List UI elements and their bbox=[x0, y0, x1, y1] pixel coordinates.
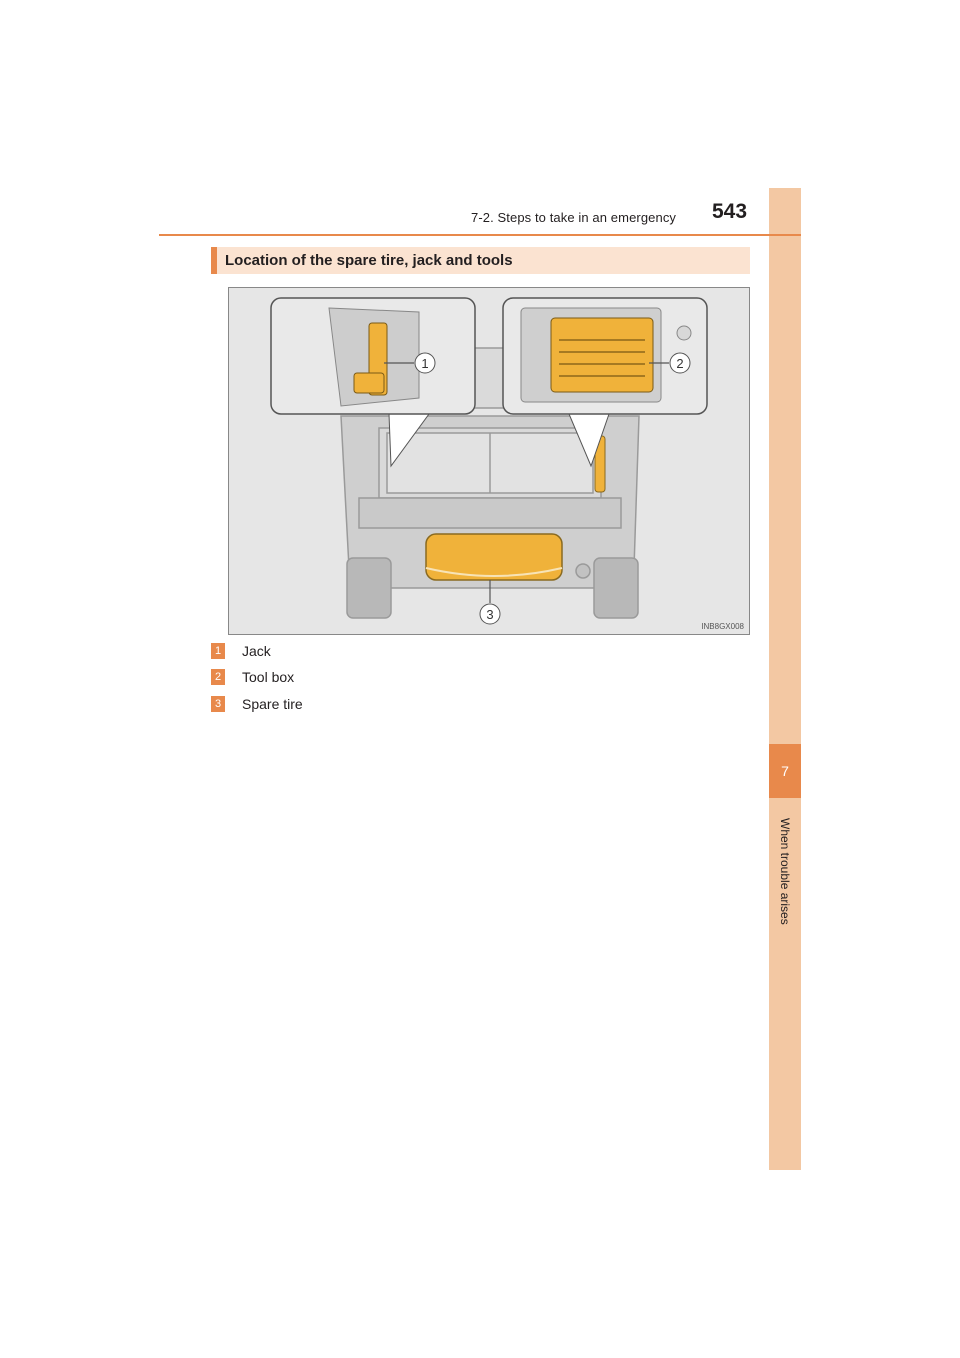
section-heading: Location of the spare tire, jack and too… bbox=[211, 247, 750, 274]
page-number: 543 bbox=[712, 200, 748, 223]
figure-code: INB8GX008 bbox=[701, 622, 744, 631]
callout-2-digit: 2 bbox=[676, 356, 683, 371]
callout-1-digit: 1 bbox=[421, 356, 428, 371]
spare-tire-highlight bbox=[425, 533, 563, 581]
section-heading-text: Location of the spare tire, jack and too… bbox=[225, 252, 513, 269]
legend-label: Jack bbox=[242, 643, 271, 659]
toolbox-inset: 2 bbox=[502, 297, 708, 415]
chapter-number-box: 7 bbox=[769, 744, 801, 798]
header-rule bbox=[159, 234, 801, 236]
vehicle-illustration: 1 2 3 INB8GX008 bbox=[228, 287, 750, 635]
legend-item-spare-tire: 3 Spare tire bbox=[211, 694, 303, 714]
legend-label: Spare tire bbox=[242, 696, 303, 712]
section-header: 7-2. Steps to take in an emergency bbox=[471, 210, 677, 225]
callout-3-digit: 3 bbox=[486, 607, 493, 622]
chapter-title-container: When trouble arises bbox=[769, 806, 801, 936]
legend-number: 1 bbox=[211, 643, 225, 659]
legend-label: Tool box bbox=[242, 669, 295, 685]
chapter-side-tab bbox=[769, 188, 801, 1170]
toolbox-highlight bbox=[550, 317, 654, 393]
chapter-number: 7 bbox=[781, 763, 789, 779]
legend-number: 2 bbox=[211, 669, 225, 685]
legend-item-tool-box: 2 Tool box bbox=[211, 667, 294, 687]
chapter-title: When trouble arises bbox=[778, 817, 792, 925]
legend-number: 3 bbox=[211, 696, 225, 712]
legend-item-jack: 1 Jack bbox=[211, 641, 271, 661]
